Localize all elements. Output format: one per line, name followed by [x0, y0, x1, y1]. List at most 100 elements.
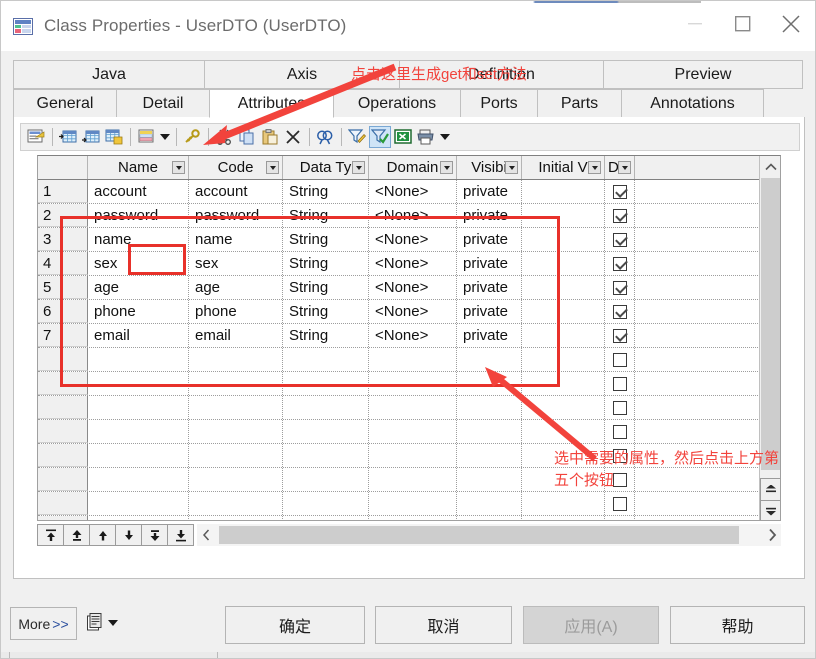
cell-name[interactable]: email — [88, 324, 189, 347]
checkbox-unchecked-icon[interactable] — [612, 352, 627, 367]
cell-data-type[interactable]: String — [283, 180, 369, 203]
cell-data-type[interactable] — [283, 516, 369, 520]
more-button[interactable]: More >> — [10, 607, 77, 640]
checkbox-unchecked-icon[interactable] — [612, 400, 627, 415]
move-to-top-button[interactable] — [37, 524, 64, 546]
checkbox-checked-icon[interactable] — [612, 328, 627, 343]
scroll-right-icon[interactable] — [763, 524, 781, 546]
tab-axis[interactable]: Axis — [204, 60, 400, 89]
report-icon[interactable] — [87, 613, 103, 631]
checkbox-unchecked-icon[interactable] — [613, 521, 627, 522]
maximize-icon[interactable] — [719, 1, 767, 47]
cell-domain[interactable]: <None> — [369, 324, 457, 347]
column-filter-dropdown-icon[interactable] — [352, 161, 365, 174]
cell-data-type[interactable] — [283, 396, 369, 419]
move-to-bottom-button[interactable] — [167, 524, 194, 546]
table-row[interactable] — [38, 372, 780, 396]
cell-visibility[interactable]: private — [457, 324, 522, 347]
cell-domain[interactable]: <None> — [369, 204, 457, 227]
cell-code[interactable] — [189, 348, 283, 371]
row-number-cell[interactable] — [38, 468, 88, 491]
cell-name[interactable] — [88, 420, 189, 443]
primary-key-icon[interactable] — [181, 126, 203, 148]
row-number-cell[interactable] — [38, 516, 88, 520]
cell-data-type[interactable]: String — [283, 228, 369, 251]
cell-code[interactable] — [189, 444, 283, 467]
cell-initial-value[interactable] — [522, 516, 605, 520]
cell-visibility[interactable]: private — [457, 228, 522, 251]
row-number-cell[interactable] — [38, 444, 88, 467]
checkbox-unchecked-icon[interactable] — [612, 424, 627, 439]
cell-domain[interactable]: <None> — [369, 252, 457, 275]
cell-initial-value[interactable] — [522, 324, 605, 347]
cell-name[interactable]: name — [88, 228, 189, 251]
grid-header-code[interactable]: Code — [189, 156, 283, 179]
cut-icon[interactable] — [213, 126, 235, 148]
cell-domain[interactable] — [369, 348, 457, 371]
cell-displayed-checkbox[interactable] — [605, 492, 635, 515]
cell-displayed-checkbox[interactable] — [605, 276, 635, 299]
row-number-cell[interactable] — [38, 348, 88, 371]
row-number-cell[interactable]: 4 — [38, 252, 88, 275]
grid-header-data-type[interactable]: Data Ty — [283, 156, 369, 179]
cell-domain[interactable]: <None> — [369, 300, 457, 323]
cell-data-type[interactable] — [283, 468, 369, 491]
cell-name[interactable] — [88, 396, 189, 419]
grid-vertical-scrollbar[interactable] — [759, 156, 780, 520]
cell-data-type[interactable]: String — [283, 300, 369, 323]
cell-visibility[interactable] — [457, 396, 522, 419]
checkbox-unchecked-icon[interactable] — [612, 472, 627, 487]
tab-annotations[interactable]: Annotations — [621, 89, 764, 118]
scroll-page-down-button[interactable] — [760, 500, 780, 520]
cell-initial-value[interactable] — [522, 276, 605, 299]
cell-code[interactable] — [189, 420, 283, 443]
table-row[interactable] — [38, 444, 780, 468]
table-row[interactable] — [38, 396, 780, 420]
cell-displayed-checkbox[interactable] — [605, 204, 635, 227]
row-number-cell[interactable]: 5 — [38, 276, 88, 299]
cell-visibility[interactable] — [457, 420, 522, 443]
cell-code[interactable] — [189, 372, 283, 395]
column-filter-dropdown-icon[interactable] — [588, 161, 601, 174]
cell-initial-value[interactable] — [522, 252, 605, 275]
ok-button[interactable]: 确定 — [225, 606, 365, 644]
cell-domain[interactable]: <None> — [369, 228, 457, 251]
cell-data-type[interactable] — [283, 420, 369, 443]
row-number-cell[interactable]: 2 — [38, 204, 88, 227]
column-filter-dropdown-icon[interactable] — [505, 161, 518, 174]
paste-icon[interactable] — [259, 126, 281, 148]
hscrollbar-thumb[interactable] — [219, 526, 739, 544]
column-filter-dropdown-icon[interactable] — [172, 161, 185, 174]
tab-attributes[interactable]: Attributes — [209, 89, 334, 118]
tab-general[interactable]: General — [13, 89, 117, 118]
cell-data-type[interactable]: String — [283, 324, 369, 347]
table-row[interactable]: 6 phone phone String <None> private — [38, 300, 780, 324]
cell-initial-value[interactable] — [522, 348, 605, 371]
cell-domain[interactable] — [369, 516, 457, 520]
checkbox-checked-icon[interactable] — [612, 208, 627, 223]
table-row[interactable] — [38, 492, 780, 516]
cell-displayed-checkbox[interactable] — [605, 324, 635, 347]
cell-domain[interactable] — [369, 444, 457, 467]
tab-preview[interactable]: Preview — [603, 60, 803, 89]
cell-name[interactable] — [88, 468, 189, 491]
generate-getset-caret-icon[interactable] — [158, 126, 172, 148]
cell-visibility[interactable] — [457, 372, 522, 395]
find-icon[interactable] — [314, 126, 336, 148]
cell-initial-value[interactable] — [522, 444, 605, 467]
properties-icon[interactable] — [25, 126, 47, 148]
cell-name[interactable] — [88, 348, 189, 371]
checkbox-unchecked-icon[interactable] — [612, 448, 627, 463]
cell-initial-value[interactable] — [522, 372, 605, 395]
cell-data-type[interactable] — [283, 348, 369, 371]
add-row-icon[interactable] — [80, 126, 102, 148]
scrollbar-thumb[interactable] — [761, 178, 780, 470]
cell-domain[interactable]: <None> — [369, 276, 457, 299]
cell-code[interactable]: account — [189, 180, 283, 203]
table-row[interactable]: 3 name name String <None> private — [38, 228, 780, 252]
move-down-button[interactable] — [115, 524, 142, 546]
cancel-button[interactable]: 取消 — [375, 606, 512, 644]
scroll-up-icon[interactable] — [760, 156, 780, 177]
cell-name[interactable] — [88, 444, 189, 467]
cell-code[interactable] — [189, 492, 283, 515]
